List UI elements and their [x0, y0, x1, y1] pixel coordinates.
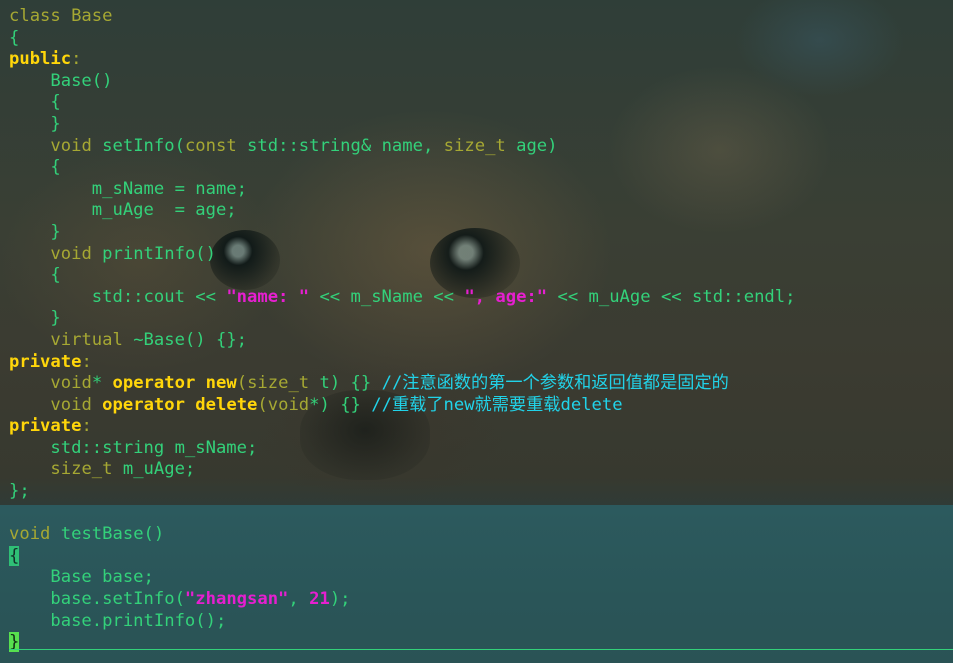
- code-token: }: [9, 221, 61, 242]
- code-token: "zhangsan": [184, 589, 289, 610]
- code-token: std::cout <<: [9, 286, 227, 307]
- code-token: void: [267, 394, 310, 415]
- code-token: {: [9, 92, 61, 113]
- code-token: << m_sName <<: [309, 286, 465, 307]
- code-token: ,: [288, 589, 310, 610]
- code-line[interactable]: base.printInfo();: [9, 611, 795, 633]
- code-token: //重载了new就需要重载delete: [371, 394, 623, 415]
- code-line[interactable]: {: [9, 28, 795, 50]
- code-token: void: [50, 394, 92, 415]
- code-token: private: [9, 351, 82, 372]
- code-token: size_t: [247, 373, 310, 394]
- code-line[interactable]: };: [9, 481, 795, 503]
- code-token: :: [81, 416, 92, 437]
- code-token: << m_uAge << std::endl;: [547, 286, 796, 307]
- code-line[interactable]: private:: [9, 352, 795, 374]
- code-line[interactable]: }: [9, 632, 795, 654]
- code-line[interactable]: }: [9, 114, 795, 136]
- code-line[interactable]: private:: [9, 416, 795, 438]
- code-token: *) {}: [309, 394, 372, 415]
- code-line[interactable]: void operator delete(void*) {} //重载了new就…: [9, 395, 795, 417]
- code-line[interactable]: virtual ~Base() {};: [9, 330, 795, 352]
- code-token: const: [184, 135, 237, 156]
- code-token: std::string m_sName;: [9, 437, 258, 458]
- code-token: );: [329, 589, 351, 610]
- code-line[interactable]: m_sName = name;: [9, 179, 795, 201]
- code-line[interactable]: }: [9, 308, 795, 330]
- code-token: age): [505, 135, 558, 156]
- code-token: ~Base() {};: [122, 329, 248, 350]
- code-line[interactable]: std::cout << "name: " << m_sName << ", a…: [9, 286, 796, 309]
- code-token: void: [50, 243, 92, 264]
- code-token: :: [81, 351, 92, 372]
- code-editor[interactable]: class Base{public: Base() { } void setIn…: [9, 6, 795, 654]
- code-line[interactable]: void testBase(): [9, 524, 795, 546]
- code-line[interactable]: public:: [9, 49, 795, 71]
- code-token: {: [9, 27, 20, 48]
- code-token: {: [9, 157, 61, 178]
- code-token: *: [91, 373, 113, 394]
- code-line[interactable]: [9, 503, 795, 525]
- code-line[interactable]: std::string m_sName;: [9, 438, 795, 460]
- code-token: void: [50, 135, 92, 156]
- code-line[interactable]: void* operator new(size_t t) {} //注意函数的第…: [9, 373, 795, 395]
- code-token: 21: [309, 589, 330, 610]
- code-token: m_uAge;: [112, 459, 196, 480]
- code-token: printInfo(): [91, 243, 216, 264]
- code-token: {: [9, 265, 61, 286]
- code-token: Base(): [9, 70, 113, 91]
- code-token: t) {}: [309, 373, 382, 394]
- code-line[interactable]: class Base: [9, 6, 795, 28]
- code-line[interactable]: base.setInfo("zhangsan", 21);: [9, 589, 795, 611]
- code-token: setInfo(: [91, 135, 185, 156]
- code-token: m_sName = name;: [9, 178, 247, 199]
- code-line[interactable]: void printInfo(): [9, 244, 795, 266]
- code-token: void: [9, 524, 51, 545]
- code-token: std::string& name,: [236, 135, 444, 156]
- code-line[interactable]: {: [9, 157, 795, 179]
- code-token: }: [9, 113, 61, 134]
- code-token: public: [9, 49, 72, 70]
- code-token: class Base: [9, 6, 113, 26]
- code-token: operator delete: [102, 394, 258, 415]
- code-token: "name: ": [226, 286, 310, 307]
- code-token: (: [236, 373, 248, 394]
- code-token: base.printInfo();: [9, 610, 227, 631]
- code-line[interactable]: m_uAge = age;: [9, 200, 795, 222]
- code-token: ", age:": [464, 286, 548, 307]
- code-line[interactable]: {: [9, 92, 795, 114]
- code-token: private: [9, 416, 82, 437]
- code-token: Base base;: [9, 567, 154, 588]
- code-token: :: [71, 49, 82, 70]
- status-line-rule: [9, 649, 953, 650]
- code-token: size_t: [443, 135, 506, 156]
- code-line[interactable]: Base(): [9, 71, 795, 93]
- code-token: base.setInfo(: [9, 589, 185, 610]
- code-token: //注意函数的第一个参数和返回值都是固定的: [381, 373, 729, 394]
- code-token: void: [50, 373, 92, 394]
- code-line[interactable]: void setInfo(const std::string& name, si…: [9, 136, 795, 158]
- code-line[interactable]: Base base;: [9, 567, 795, 589]
- code-line[interactable]: size_t m_uAge;: [9, 459, 795, 481]
- code-line[interactable]: }: [9, 222, 795, 244]
- code-token: (: [257, 394, 268, 415]
- code-token: {: [9, 545, 20, 566]
- code-token: }: [9, 308, 61, 329]
- code-token: m_uAge = age;: [9, 200, 237, 221]
- code-line[interactable]: {: [9, 265, 795, 287]
- code-line[interactable]: {: [9, 545, 795, 568]
- code-token: testBase(): [50, 524, 165, 545]
- code-token: };: [9, 481, 30, 502]
- code-token: virtual: [50, 329, 123, 350]
- code-token: size_t: [50, 459, 113, 480]
- code-token: operator new: [112, 373, 237, 394]
